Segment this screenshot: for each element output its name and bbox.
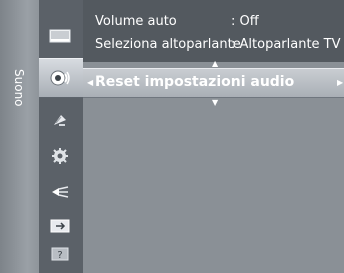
right-arrow-icon: ▶	[337, 78, 344, 87]
application-icon[interactable]	[48, 216, 72, 236]
menu-row-volume-auto-label[interactable]: Volume auto	[95, 14, 177, 29]
up-arrow-icon: ▲	[212, 59, 219, 68]
menu-top-band	[83, 0, 344, 62]
support-icon[interactable]: ?	[48, 244, 72, 264]
picture-icon[interactable]	[48, 26, 72, 46]
input-icon[interactable]	[48, 182, 72, 202]
tv-menu-screen: Suono ? Volume auto: Off Seleziona alto…	[0, 0, 344, 273]
category-sidebar: Suono	[0, 0, 39, 273]
menu-row-volume-auto-value: : Off	[231, 14, 259, 29]
selected-row-label: Reset impostazioni audio	[95, 74, 295, 90]
menu-row-speaker-select-label[interactable]: Seleziona altoparlante	[95, 37, 241, 52]
setup-icon[interactable]	[48, 146, 72, 166]
menu-row-speaker-select-value: : Altoparlante TV	[231, 37, 341, 52]
left-arrow-icon: ◀	[87, 78, 94, 87]
down-arrow-icon: ▼	[212, 98, 219, 107]
sound-icon[interactable]	[48, 68, 72, 88]
channel-icon[interactable]	[48, 110, 72, 130]
svg-text:?: ?	[57, 250, 62, 261]
category-title: Suono	[12, 69, 26, 107]
